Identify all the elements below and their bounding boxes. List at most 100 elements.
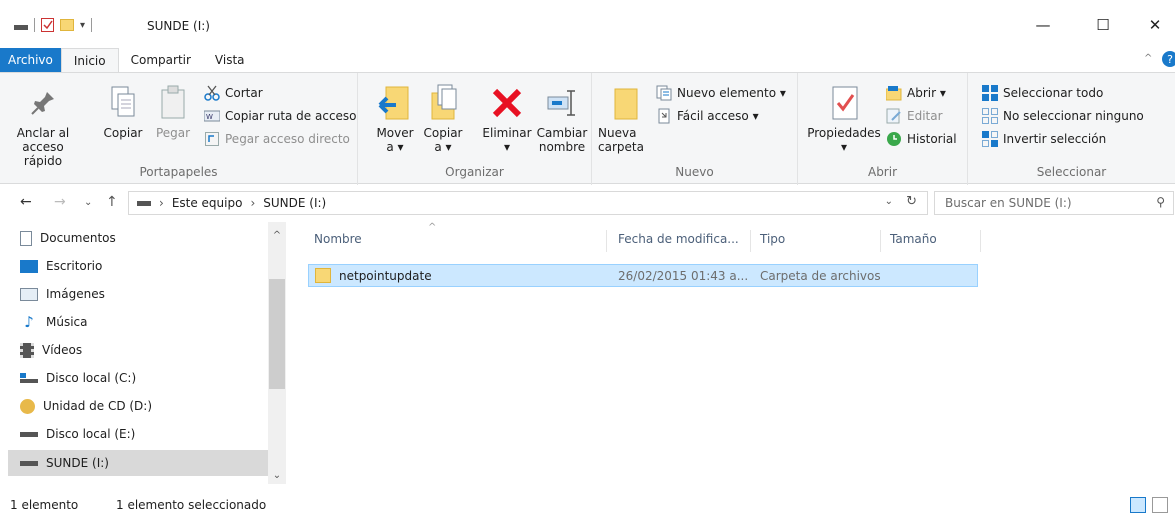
delete-label-1: Eliminar: [482, 126, 532, 140]
breadcrumb-separator: ›: [159, 196, 164, 210]
paste-button[interactable]: Pegar: [150, 83, 196, 140]
pin-quick-access-button[interactable]: Anclar al acceso rápido: [4, 83, 82, 168]
drive-icon: [20, 431, 38, 437]
nav-item-imagenes[interactable]: Imágenes: [20, 281, 268, 307]
column-separator[interactable]: [980, 230, 981, 252]
paste-shortcut-button[interactable]: Pegar acceso directo: [204, 129, 350, 149]
paste-shortcut-icon: [204, 131, 220, 147]
invert-selection-button[interactable]: Invertir selección: [982, 129, 1106, 149]
tab-inicio[interactable]: Inicio: [60, 48, 119, 73]
column-header-date[interactable]: Fecha de modifica...: [618, 232, 739, 246]
nav-label: Imágenes: [46, 287, 105, 301]
move-to-icon: [377, 83, 413, 123]
history-button[interactable]: Historial: [886, 129, 957, 149]
column-header-type[interactable]: Tipo: [760, 232, 785, 246]
copy-path-button[interactable]: W Copiar ruta de acceso: [204, 106, 357, 126]
navigation-pane: Documentos Escritorio Imágenes ♪ Música …: [0, 222, 286, 484]
group-portapapeles: Anclar al acceso rápido Copiar Pegar Cor…: [0, 73, 358, 185]
rename-icon: [544, 83, 580, 123]
documents-icon: [20, 230, 32, 246]
tab-archivo[interactable]: Archivo: [0, 48, 61, 72]
scroll-up-icon[interactable]: ^: [268, 230, 286, 241]
customize-toolbar-icon[interactable]: ▾: [80, 20, 85, 31]
large-icons-view-icon[interactable]: [1152, 497, 1168, 513]
minimize-button[interactable]: —: [1028, 14, 1058, 36]
edit-label: Editar: [907, 109, 943, 123]
svg-text:W: W: [206, 113, 213, 121]
new-folder-icon: [608, 83, 644, 123]
group-nuevo: Nueva carpeta Nuevo elemento ▾ Fácil acc…: [592, 73, 798, 185]
open-button[interactable]: Abrir ▾: [886, 83, 946, 103]
properties-check-icon[interactable]: [41, 18, 54, 32]
maximize-button[interactable]: ☐: [1088, 14, 1118, 36]
nav-item-sunde[interactable]: SUNDE (I:): [8, 450, 268, 476]
address-dropdown-icon[interactable]: ⌄: [885, 196, 893, 207]
address-bar[interactable]: › Este equipo › SUNDE (I:) ⌄ ↻: [128, 191, 928, 215]
properties-button[interactable]: Propiedades ▾: [804, 83, 884, 154]
delete-button[interactable]: Eliminar ▾: [478, 83, 536, 154]
easy-access-button[interactable]: Fácil acceso ▾: [656, 106, 759, 126]
copy-button[interactable]: Copiar: [100, 83, 146, 140]
column-separator[interactable]: [606, 230, 607, 252]
recent-locations-icon[interactable]: ⌄: [84, 197, 92, 208]
help-icon[interactable]: ?: [1162, 51, 1175, 67]
edit-button[interactable]: Editar: [886, 106, 943, 126]
close-button[interactable]: ✕: [1140, 14, 1170, 36]
tab-vista[interactable]: Vista: [203, 48, 257, 72]
table-row[interactable]: netpointupdate 26/02/2015 01:43 a... Car…: [308, 264, 978, 287]
properties-icon: [826, 83, 862, 123]
new-folder-button[interactable]: Nueva carpeta: [598, 83, 648, 154]
properties-arrow: ▾: [840, 140, 848, 154]
breadcrumb-sunde[interactable]: SUNDE (I:): [263, 196, 326, 210]
title-bar: ▾ SUNDE (I:) — ☐ ✕: [0, 0, 1175, 48]
scrollbar-thumb[interactable]: [269, 279, 285, 389]
nav-item-musica[interactable]: ♪ Música: [20, 309, 268, 335]
new-folder-icon[interactable]: [60, 19, 74, 31]
refresh-icon[interactable]: ↻: [906, 194, 917, 209]
nav-label: Disco local (C:): [46, 371, 137, 385]
nav-label: Unidad de CD (D:): [43, 399, 153, 413]
forward-arrow-icon[interactable]: →: [54, 194, 66, 210]
move-to-button[interactable]: Mover a ▾: [372, 83, 418, 154]
select-none-button[interactable]: No seleccionar ninguno: [982, 106, 1144, 126]
group-label-abrir: Abrir: [867, 165, 898, 179]
file-type: Carpeta de archivos: [760, 269, 881, 283]
select-all-button[interactable]: Seleccionar todo: [982, 83, 1103, 103]
window-title: SUNDE (I:): [147, 19, 210, 33]
tab-compartir[interactable]: Compartir: [119, 48, 203, 72]
open-label: Abrir ▾: [907, 86, 946, 100]
column-separator[interactable]: [880, 230, 881, 252]
back-arrow-icon[interactable]: ←: [20, 194, 32, 210]
column-header-size[interactable]: Tamaño: [890, 232, 937, 246]
ribbon-tabs: Archivo Inicio Compartir Vista ^ ?: [0, 48, 1175, 73]
nav-scrollbar[interactable]: ^ ⌄: [268, 222, 286, 484]
nav-item-videos[interactable]: Vídeos: [20, 337, 268, 363]
scroll-down-icon[interactable]: ⌄: [268, 470, 286, 481]
paste-icon: [155, 83, 191, 123]
details-view-icon[interactable]: [1130, 497, 1146, 513]
selection-count: 1 elemento seleccionado: [116, 498, 267, 512]
cut-button[interactable]: Cortar: [204, 83, 263, 103]
column-header-name[interactable]: Nombre: [314, 232, 362, 246]
collapse-ribbon-icon[interactable]: ^: [1144, 53, 1152, 64]
nav-item-disco-e[interactable]: Disco local (E:): [20, 421, 268, 447]
easy-access-label: Fácil acceso ▾: [677, 109, 759, 123]
file-date: 26/02/2015 01:43 a...: [618, 269, 749, 283]
move-to-label-2: a ▾: [386, 140, 404, 154]
breadcrumb-este-equipo[interactable]: Este equipo: [172, 196, 243, 210]
nav-item-documentos[interactable]: Documentos: [20, 225, 268, 251]
up-arrow-icon[interactable]: ↑: [106, 194, 118, 210]
search-icon[interactable]: ⚲: [1156, 195, 1165, 209]
search-box[interactable]: Buscar en SUNDE (I:) ⚲: [934, 191, 1174, 215]
group-label-portapapeles: Portapapeles: [139, 165, 218, 179]
usb-drive-icon: [20, 460, 38, 466]
new-folder-label-2: carpeta: [598, 140, 644, 154]
new-item-button[interactable]: Nuevo elemento ▾: [656, 83, 786, 103]
nav-item-disco-c[interactable]: Disco local (C:): [20, 365, 268, 391]
nav-item-cd-d[interactable]: Unidad de CD (D:): [20, 393, 268, 419]
copy-to-button[interactable]: Copiar a ▾: [420, 83, 466, 154]
drive-c-icon: [20, 373, 38, 383]
nav-item-escritorio[interactable]: Escritorio: [20, 253, 268, 279]
rename-button[interactable]: Cambiar nombre: [534, 83, 590, 154]
column-separator[interactable]: [750, 230, 751, 252]
